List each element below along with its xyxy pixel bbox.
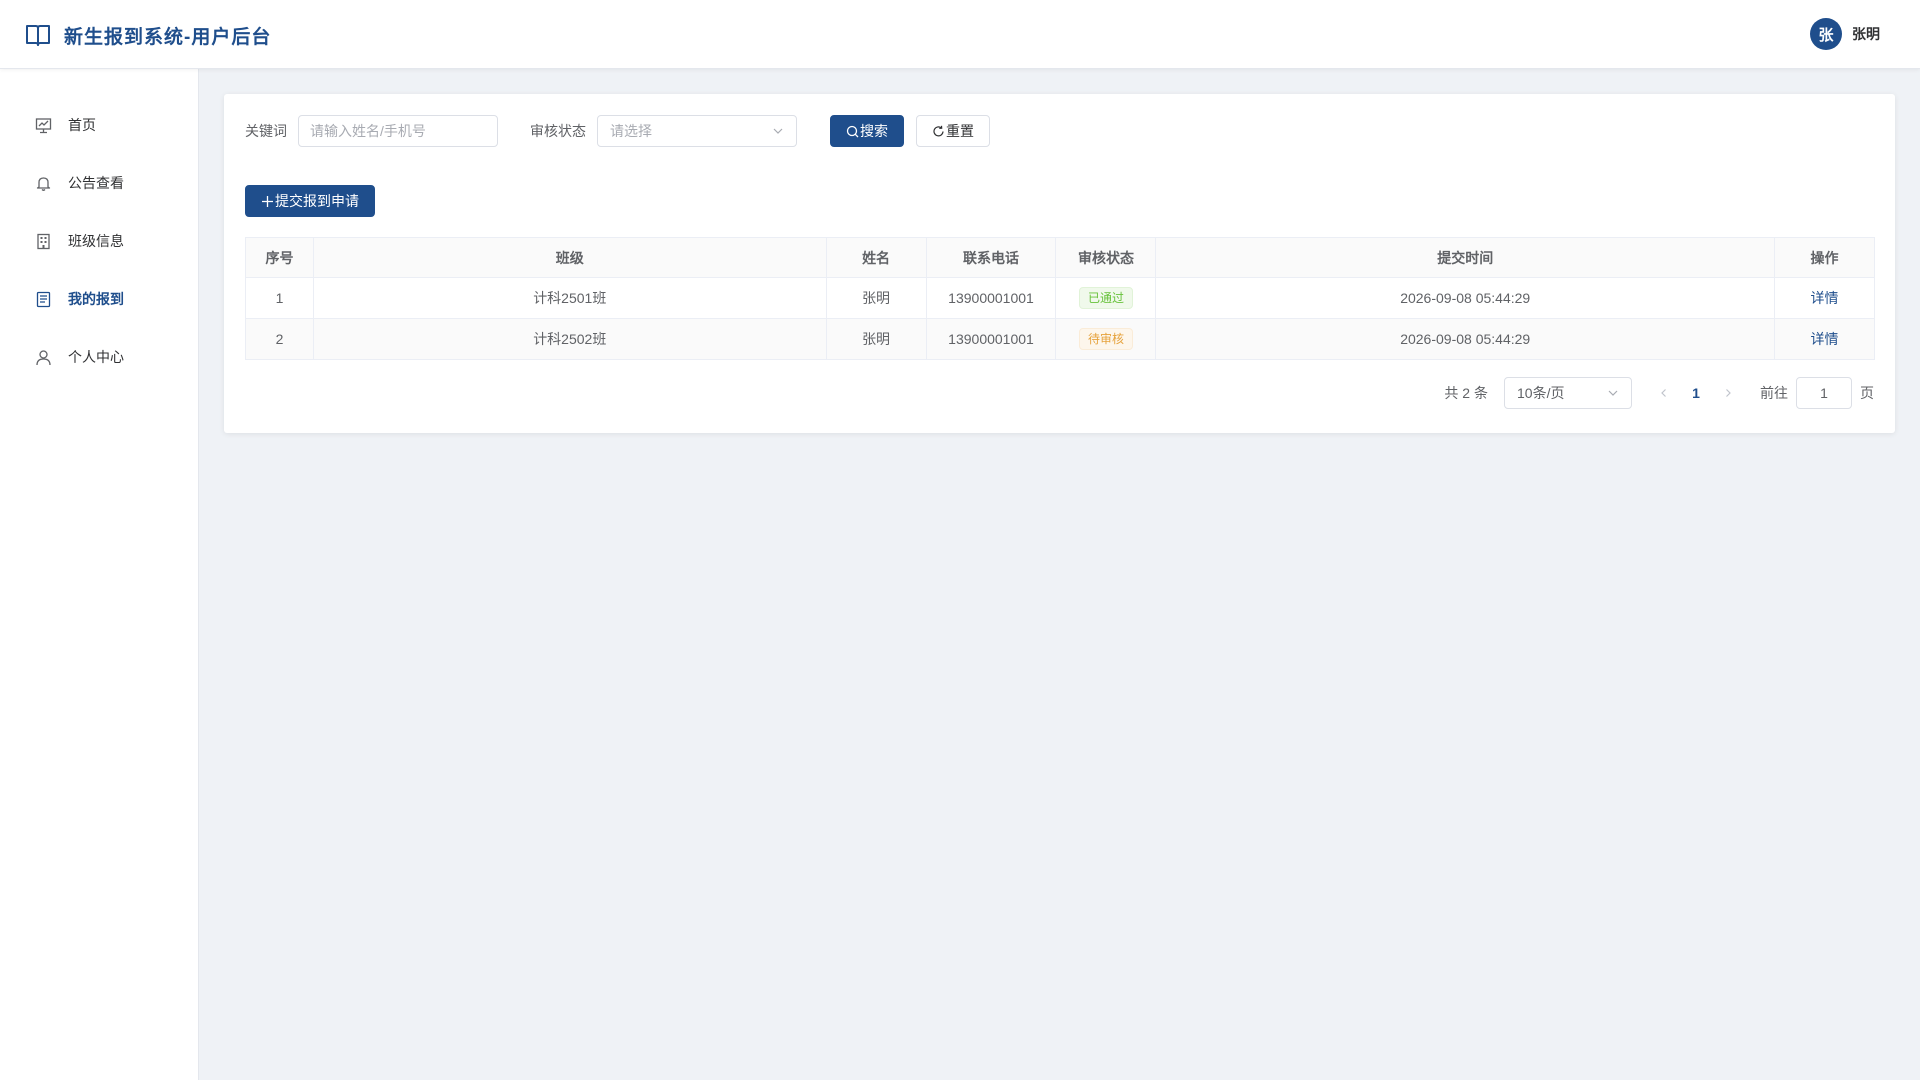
reset-button[interactable]: 重置 [916,115,990,147]
table-row: 2 计科2502班 张明 13900001001 待审核 2026-09-08 … [245,318,1875,360]
document-icon [35,291,52,308]
column-header: 班级 [313,237,827,278]
avatar[interactable]: 张 [1810,18,1842,50]
column-header: 审核状态 [1055,237,1157,278]
sidebar-item-my-registration[interactable]: 我的报到 [0,270,198,328]
status-select-placeholder: 请选择 [610,123,652,139]
reset-button-label: 重置 [946,123,974,139]
sidebar-item-home[interactable]: 首页 [0,96,198,154]
page-size-select[interactable]: 10条/页 [1504,377,1632,409]
next-page-button[interactable] [1712,377,1744,409]
cell-name: 张明 [826,277,927,319]
table-row: 1 计科2501班 张明 13900001001 已通过 2026-09-08 … [245,277,1875,319]
goto-page-input[interactable] [1796,377,1852,409]
cell-phone: 13900001001 [926,277,1057,319]
cell-status: 待审核 [1055,318,1157,360]
page-size-value: 10条/页 [1517,385,1565,401]
pagination-total: 共 2 条 [1444,385,1488,401]
cell-time: 2026-09-08 05:44:29 [1155,318,1775,360]
status-label: 审核状态 [530,123,586,139]
chevron-right-icon [1726,389,1731,397]
keyword-input[interactable] [298,115,498,147]
search-icon [846,125,859,138]
cell-class: 计科2501班 [313,277,827,319]
brand: 新生报到系统-用户后台 [25,20,271,50]
sidebar-item-class-info[interactable]: 班级信息 [0,212,198,270]
goto-label: 前往 [1760,385,1788,401]
filter-bar: 关键词 审核状态 请选择 搜索 重置 [245,115,990,147]
book-icon [25,22,51,48]
column-header: 序号 [245,237,314,278]
chevron-down-icon [1607,387,1619,399]
column-header: 姓名 [826,237,927,278]
sidebar-item-label: 首页 [68,117,96,133]
keyword-label: 关键词 [245,123,287,139]
building-icon [35,233,52,250]
column-header: 联系电话 [926,237,1057,278]
cell-class: 计科2502班 [313,318,827,360]
table-header-row: 序号 班级 姓名 联系电话 审核状态 提交时间 操作 [245,237,1875,278]
user-menu[interactable]: 张 张明 [1810,18,1880,50]
status-select[interactable]: 请选择 [597,115,797,147]
status-badge: 已通过 [1078,287,1133,309]
bell-icon [35,175,52,192]
cell-name: 张明 [826,318,927,360]
user-name[interactable]: 张明 [1852,24,1880,44]
sidebar-item-profile[interactable]: 个人中心 [0,328,198,386]
prev-page-button[interactable] [1648,377,1680,409]
cell-index: 2 [245,318,314,360]
app-title: 新生报到系统-用户后台 [64,26,272,48]
detail-link[interactable]: 详情 [1811,331,1839,347]
registration-table: 序号 班级 姓名 联系电话 审核状态 提交时间 操作 1 计科2501班 张明 … [245,237,1875,360]
detail-link[interactable]: 详情 [1811,290,1839,306]
sidebar-item-label: 我的报到 [68,291,124,307]
cell-action: 详情 [1774,277,1875,319]
cell-time: 2026-09-08 05:44:29 [1155,277,1775,319]
plus-icon [261,195,274,208]
sidebar-item-label: 个人中心 [68,349,124,365]
column-header: 操作 [1774,237,1875,278]
main-card: 关键词 审核状态 请选择 搜索 重置 提交报到申请 [224,94,1895,433]
sidebar-item-label: 班级信息 [68,233,124,249]
column-header: 提交时间 [1155,237,1775,278]
user-icon [35,349,52,366]
sidebar: 首页 公告查看 班级信息 我的报到 个人中心 [0,69,199,1080]
chevron-left-icon [1661,389,1666,397]
cell-status: 已通过 [1055,277,1157,319]
pagination: 共 2 条 10条/页 1 前往 页 [1444,377,1874,409]
status-badge: 待审核 [1078,328,1133,350]
search-button-label: 搜索 [860,123,888,139]
sidebar-item-announcements[interactable]: 公告查看 [0,154,198,212]
page-number-current[interactable]: 1 [1680,377,1712,409]
sidebar-item-label: 公告查看 [68,175,124,191]
page-suffix: 页 [1860,385,1874,401]
submit-registration-label: 提交报到申请 [275,193,359,209]
cell-index: 1 [245,277,314,319]
chevron-down-icon [772,125,784,137]
dashboard-icon [35,117,52,134]
cell-action: 详情 [1774,318,1875,360]
submit-registration-button[interactable]: 提交报到申请 [245,185,375,217]
search-button[interactable]: 搜索 [830,115,904,147]
top-header: 新生报到系统-用户后台 张 张明 [0,0,1920,69]
refresh-icon [932,125,945,138]
cell-phone: 13900001001 [926,318,1057,360]
